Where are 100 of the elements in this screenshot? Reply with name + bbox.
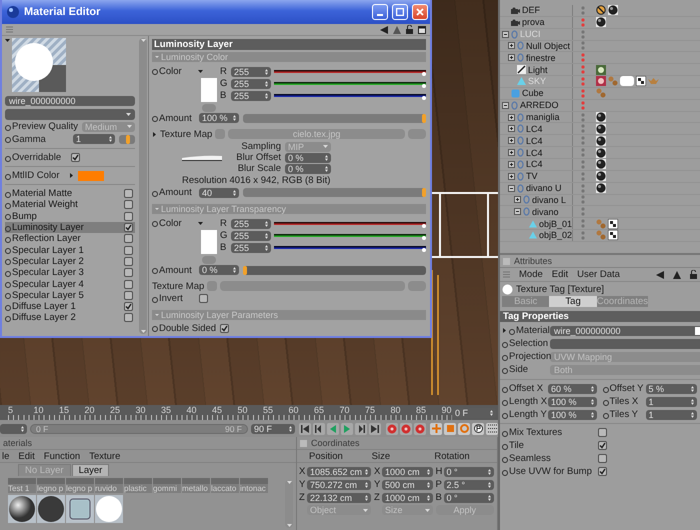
number-field[interactable]: 1 bbox=[646, 396, 697, 406]
number-field[interactable]: 0 % bbox=[285, 164, 331, 174]
material-name-field[interactable]: wire_000000000 bbox=[5, 96, 135, 106]
visibility-dots[interactable] bbox=[581, 53, 585, 62]
visibility-dots[interactable] bbox=[581, 184, 585, 193]
number-field[interactable]: 2.5 ° bbox=[444, 480, 494, 490]
menu-item[interactable]: User Data bbox=[577, 269, 620, 280]
spinner-icon[interactable] bbox=[490, 410, 493, 416]
object-name[interactable]: ARREDO bbox=[520, 100, 559, 110]
channel-item[interactable]: Diffuse Layer 1 bbox=[5, 300, 135, 312]
frame-field[interactable]: 0 F bbox=[452, 408, 496, 418]
menu-item[interactable]: Edit bbox=[552, 269, 568, 280]
number-field[interactable]: 1085.652 cm bbox=[307, 466, 372, 476]
visibility-dots[interactable] bbox=[581, 76, 585, 86]
visibility-dots[interactable] bbox=[581, 124, 585, 134]
spinner-icon[interactable] bbox=[233, 115, 236, 121]
number-field[interactable]: 60 % bbox=[548, 384, 596, 394]
object-name[interactable]: maniglia bbox=[526, 112, 560, 122]
collapse-icon[interactable] bbox=[508, 184, 515, 192]
checkbox[interactable] bbox=[124, 223, 133, 232]
spinner-icon[interactable] bbox=[426, 482, 430, 488]
spinner-icon[interactable] bbox=[21, 426, 24, 432]
spinner-icon[interactable] bbox=[265, 92, 268, 98]
step-forward-button[interactable] bbox=[355, 422, 367, 434]
spinner-icon[interactable] bbox=[590, 412, 594, 418]
channel-item[interactable]: Specular Layer 3 bbox=[5, 267, 135, 278]
number-field[interactable]: 100 % bbox=[548, 396, 596, 406]
spinner-icon[interactable] bbox=[265, 220, 268, 226]
caret-icon[interactable] bbox=[152, 132, 157, 136]
spinner-icon[interactable] bbox=[325, 154, 328, 160]
swatch-icon[interactable] bbox=[620, 76, 634, 86]
keyframe-button[interactable] bbox=[400, 422, 412, 434]
spinner-icon[interactable] bbox=[426, 468, 430, 474]
grip-icon[interactable] bbox=[6, 26, 13, 33]
number-field[interactable]: 1 bbox=[646, 410, 697, 420]
visibility-dots[interactable] bbox=[581, 112, 585, 122]
material-swatch[interactable] bbox=[8, 495, 36, 523]
object-name[interactable]: LC4 bbox=[526, 136, 543, 146]
object-name[interactable]: objB_02 bbox=[538, 230, 572, 240]
color-swatch[interactable] bbox=[201, 230, 217, 254]
visibility-dots[interactable] bbox=[581, 65, 585, 74]
expand-icon[interactable] bbox=[508, 172, 515, 180]
checkbox[interactable] bbox=[124, 280, 133, 289]
object-name[interactable]: Cube bbox=[522, 88, 544, 98]
object-name[interactable]: LC4 bbox=[526, 124, 543, 134]
checkbox[interactable] bbox=[124, 290, 133, 300]
caret-icon[interactable] bbox=[198, 220, 203, 226]
spinner-icon[interactable] bbox=[590, 386, 594, 392]
sphere-icon[interactable] bbox=[596, 171, 606, 182]
skip-end-button[interactable] bbox=[369, 422, 381, 434]
frame-field[interactable] bbox=[0, 424, 27, 434]
visibility-dots[interactable] bbox=[581, 30, 585, 39]
text-field[interactable] bbox=[550, 338, 700, 348]
expand-icon[interactable] bbox=[514, 196, 521, 204]
checkbox[interactable] bbox=[124, 302, 133, 312]
spinner-icon[interactable] bbox=[265, 68, 268, 74]
slider-track[interactable] bbox=[243, 188, 426, 197]
menu-item[interactable]: Edit bbox=[18, 450, 35, 462]
slider-track[interactable] bbox=[243, 266, 426, 274]
spinner-icon[interactable] bbox=[365, 482, 368, 488]
visibility-dots[interactable] bbox=[581, 88, 585, 98]
number-field[interactable]: 1 bbox=[73, 134, 115, 144]
expand-icon[interactable] bbox=[508, 125, 515, 132]
collapse-icon[interactable] bbox=[514, 208, 521, 216]
material-preview-drawing[interactable] bbox=[12, 38, 66, 92]
visibility-dots[interactable] bbox=[581, 100, 585, 110]
sphere-icon[interactable] bbox=[608, 5, 618, 16]
channel-field[interactable]: 255 bbox=[231, 242, 271, 252]
arrow-left-icon[interactable] bbox=[380, 26, 388, 34]
object-name[interactable]: DEF bbox=[522, 5, 540, 16]
collapse-icon[interactable] bbox=[502, 102, 509, 109]
visibility-dots[interactable] bbox=[581, 219, 585, 228]
material-item[interactable]: gommi bbox=[153, 478, 181, 493]
material-item[interactable]: intonac bbox=[240, 478, 268, 493]
spinner-icon[interactable] bbox=[265, 80, 268, 86]
skip-start-button[interactable] bbox=[299, 422, 311, 434]
slider-thumb[interactable] bbox=[422, 84, 426, 88]
visibility-dots[interactable] bbox=[581, 18, 585, 27]
material-item[interactable]: Test 1 bbox=[8, 478, 36, 493]
close-button[interactable] bbox=[412, 4, 428, 20]
expand-icon[interactable] bbox=[508, 114, 515, 121]
color-slider[interactable] bbox=[274, 67, 426, 76]
menu-item[interactable]: Function bbox=[44, 450, 80, 462]
sphere-icon[interactable] bbox=[596, 136, 606, 146]
menu-item[interactable]: Texture bbox=[89, 450, 120, 462]
channel-item[interactable]: Material Matte bbox=[5, 188, 135, 200]
channel-field[interactable]: 255 bbox=[231, 218, 271, 228]
checkbox[interactable] bbox=[598, 454, 607, 463]
visibility-dots[interactable] bbox=[581, 136, 585, 146]
spinner-icon[interactable] bbox=[109, 136, 112, 142]
material-item[interactable]: ruvido bbox=[95, 478, 123, 493]
material-item[interactable]: laccato bbox=[211, 478, 239, 493]
number-field[interactable]: 100 % bbox=[199, 113, 239, 123]
checkbox[interactable] bbox=[124, 234, 133, 244]
object-name[interactable]: LC4 bbox=[526, 148, 543, 158]
material-swatch[interactable] bbox=[95, 495, 123, 523]
spinner-icon[interactable] bbox=[365, 468, 368, 474]
sphere-icon[interactable] bbox=[596, 159, 606, 170]
sphere-icon[interactable] bbox=[596, 183, 606, 194]
checker-icon[interactable] bbox=[608, 218, 618, 229]
